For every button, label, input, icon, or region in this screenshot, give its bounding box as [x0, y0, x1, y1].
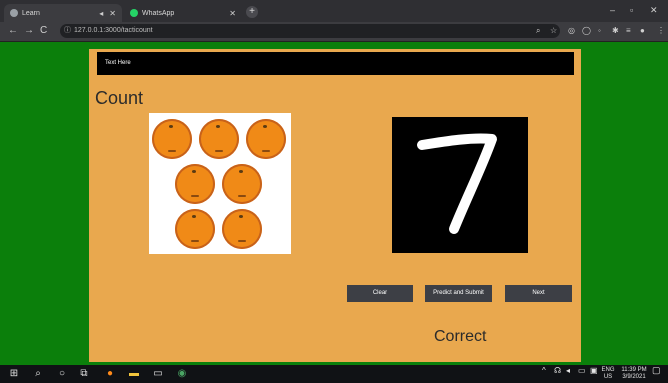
bookmark-star-icon[interactable]: ☆: [550, 26, 557, 35]
firefox-icon[interactable]: ●: [104, 368, 116, 380]
predict-submit-button[interactable]: Predict and Submit: [425, 285, 492, 302]
orange-item: [246, 119, 286, 159]
keyboard-icon[interactable]: ▣: [590, 367, 598, 375]
extension-icon[interactable]: ◯: [582, 26, 591, 35]
tab-title: Learn: [22, 9, 40, 17]
tab-whatsapp[interactable]: WhatsApp ✕: [124, 4, 242, 22]
tray-chevron-icon[interactable]: ^: [542, 367, 546, 375]
terminal-icon[interactable]: ▭: [152, 368, 164, 380]
tab-learn[interactable]: Learn ◂ ✕: [4, 4, 122, 22]
menu-icon[interactable]: ⋮: [657, 26, 665, 35]
orange-item: [199, 119, 239, 159]
task-view-icon[interactable]: ⧉: [78, 368, 90, 380]
result-text: Correct: [434, 328, 487, 345]
page-title: Count: [95, 88, 144, 108]
orange-item: [222, 164, 262, 204]
browser-tab-bar: Learn ◂ ✕ WhatsApp ✕ + – ▫ ✕: [0, 0, 668, 22]
language-code: ENG: [601, 367, 615, 373]
windows-start-icon[interactable]: ⊞: [8, 368, 20, 380]
url-input[interactable]: ⓘ 127.0.0.1:3000/tacticount: [60, 24, 560, 38]
address-bar: ← → C ⓘ 127.0.0.1:3000/tacticount ⌕ ☆ ◎ …: [0, 22, 668, 42]
reload-icon[interactable]: C: [40, 25, 47, 36]
chrome-icon[interactable]: ◉: [176, 368, 188, 380]
forward-icon[interactable]: →: [24, 25, 34, 36]
notification-icon[interactable]: ▢: [652, 366, 661, 375]
whatsapp-favicon-icon: [130, 9, 138, 17]
next-button[interactable]: Next: [505, 285, 572, 302]
extension-icon[interactable]: ◦: [598, 26, 601, 35]
orange-item: [175, 209, 215, 249]
close-tab-icon[interactable]: ✕: [109, 9, 116, 18]
region-code: US: [603, 374, 613, 380]
learn-favicon-icon: [10, 9, 18, 17]
profile-icon[interactable]: ●: [640, 26, 645, 35]
new-tab-button[interactable]: +: [246, 6, 258, 18]
speaker-icon[interactable]: ◂: [99, 9, 103, 18]
cortana-icon[interactable]: ○: [56, 368, 68, 380]
orange-item: [175, 164, 215, 204]
network-icon[interactable]: ☊: [554, 367, 561, 375]
file-explorer-icon[interactable]: ▬: [128, 368, 140, 380]
clock[interactable]: 11:39 PM 3/9/2021: [621, 367, 647, 381]
info-icon[interactable]: ⓘ: [64, 24, 71, 38]
drawn-digit-stroke: [417, 133, 497, 234]
url-text: 127.0.0.1:3000/tacticount: [74, 27, 153, 34]
counting-image: [149, 113, 291, 254]
search-icon[interactable]: ⌕: [32, 368, 44, 380]
taskbar: ⊞ ⌕ ○ ⧉ ● ▬ ▭ ◉ ^ ☊ ◂ ▭ ▣ ENG US 11:39 P…: [0, 365, 668, 383]
clock-time: 11:39 PM: [621, 367, 647, 373]
tab-title: WhatsApp: [142, 9, 175, 17]
language-indicator[interactable]: ENG US: [601, 367, 615, 381]
clear-button[interactable]: Clear: [347, 285, 413, 302]
close-window-icon[interactable]: ✕: [650, 5, 658, 16]
header-bar: Text Here: [97, 52, 574, 75]
zoom-icon[interactable]: ⌕: [536, 26, 540, 36]
close-tab-icon[interactable]: ✕: [229, 9, 236, 18]
drawing-canvas[interactable]: [392, 117, 528, 253]
orange-item: [222, 209, 262, 249]
back-icon[interactable]: ←: [8, 25, 18, 36]
clock-date: 3/9/2021: [622, 374, 646, 380]
reading-list-icon[interactable]: ≡: [626, 26, 631, 35]
puzzle-icon[interactable]: ✱: [612, 26, 619, 35]
volume-icon[interactable]: ◂: [566, 367, 570, 375]
extension-icon[interactable]: ◎: [568, 26, 575, 35]
minimize-icon[interactable]: –: [610, 5, 615, 15]
orange-item: [152, 119, 192, 159]
maximize-icon[interactable]: ▫: [630, 5, 633, 15]
battery-icon[interactable]: ▭: [578, 367, 586, 375]
